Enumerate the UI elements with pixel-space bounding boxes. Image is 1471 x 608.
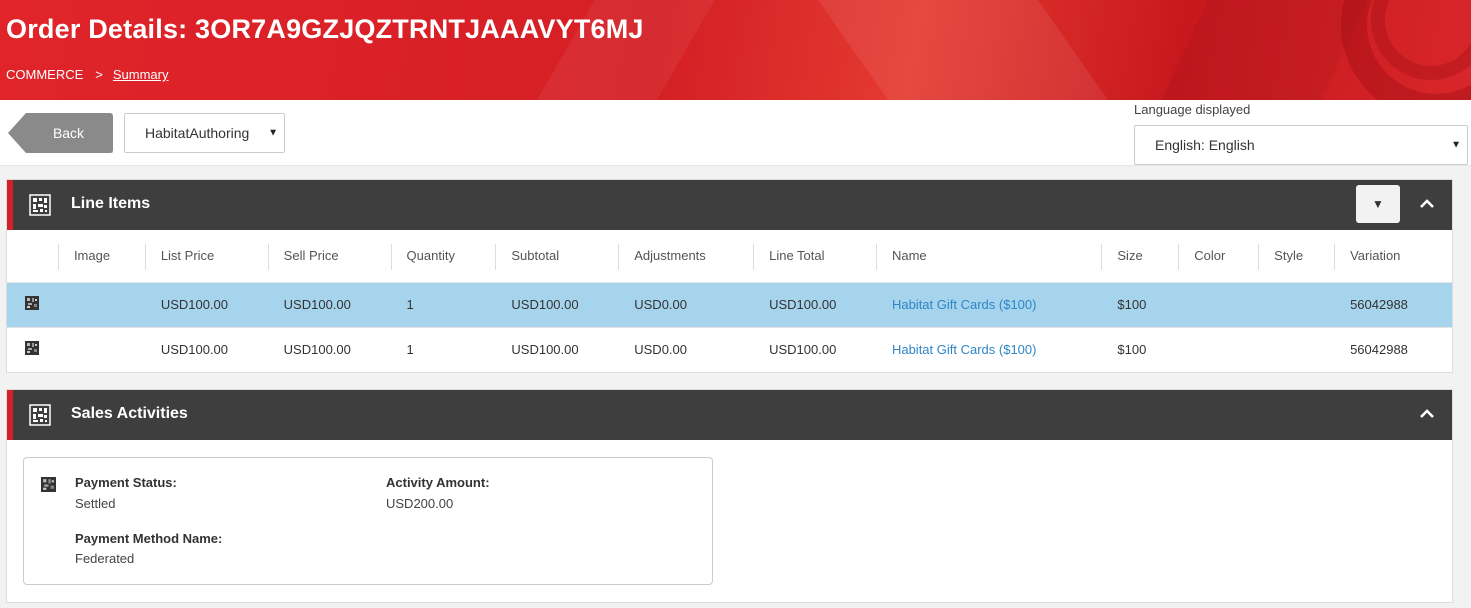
caret-down-icon: ▼ xyxy=(1372,197,1384,211)
adjustments-cell: USD0.00 xyxy=(618,326,754,372)
payment-status-value: Settled xyxy=(75,496,116,511)
payment-method-value: Federated xyxy=(75,551,135,566)
sell-price-cell: USD100.00 xyxy=(267,281,391,327)
variation-cell: 56042988 xyxy=(1334,281,1452,327)
caret-down-icon: ▼ xyxy=(1451,139,1461,151)
product-link[interactable]: Habitat Gift Cards ($100) xyxy=(892,297,1037,312)
subtotal-cell: USD100.00 xyxy=(495,326,619,372)
column-header-quantity[interactable]: Quantity xyxy=(390,230,496,282)
line-items-title: Line Items xyxy=(71,195,151,212)
language-select[interactable]: English: English ▼ xyxy=(1134,125,1468,165)
column-header-image[interactable]: Image xyxy=(57,230,145,282)
image-cell xyxy=(57,281,145,327)
breadcrumb-root[interactable]: COMMERCE xyxy=(6,67,83,82)
environment-select[interactable]: HabitatAuthoring ▼ xyxy=(124,113,285,153)
list-price-cell: USD100.00 xyxy=(144,326,268,372)
breadcrumb-separator-icon: > xyxy=(95,67,103,82)
size-cell: $100 xyxy=(1101,326,1179,372)
name-cell: Habitat Gift Cards ($100) xyxy=(875,326,1102,372)
adjustments-cell: USD0.00 xyxy=(618,281,754,327)
column-header-sell-price[interactable]: Sell Price xyxy=(267,230,391,282)
size-cell: $100 xyxy=(1101,281,1179,327)
sales-activities-title: Sales Activities xyxy=(71,405,188,422)
table-row[interactable]: USD100.00 USD100.00 1 USD100.00 USD0.00 … xyxy=(7,281,1452,327)
quantity-cell: 1 xyxy=(390,281,496,327)
column-header-size[interactable]: Size xyxy=(1101,230,1178,282)
style-cell xyxy=(1258,281,1335,327)
sales-activities-header: Sales Activities xyxy=(7,390,1452,440)
name-cell: Habitat Gift Cards ($100) xyxy=(875,281,1102,327)
line-total-cell: USD100.00 xyxy=(753,326,876,372)
toolbar: Back HabitatAuthoring ▼ Language display… xyxy=(0,100,1471,166)
column-header-list-price[interactable]: List Price xyxy=(144,230,268,282)
subtotal-cell: USD100.00 xyxy=(495,281,619,327)
language-select-value: English: English xyxy=(1155,137,1255,153)
variation-cell: 56042988 xyxy=(1334,326,1452,372)
language-label: Language displayed xyxy=(1134,102,1251,117)
color-cell xyxy=(1178,281,1259,327)
column-header-subtotal[interactable]: Subtotal xyxy=(495,230,618,282)
table-row[interactable]: USD100.00 USD100.00 1 USD100.00 USD0.00 … xyxy=(7,326,1452,372)
activity-amount-value: USD200.00 xyxy=(386,496,454,511)
quantity-cell: 1 xyxy=(390,326,496,372)
color-cell xyxy=(1178,326,1259,372)
line-items-header: Line Items ▼ xyxy=(7,180,1452,230)
breadcrumb: COMMERCE > Summary xyxy=(6,67,169,82)
grid-table-icon xyxy=(29,194,51,216)
column-header-select xyxy=(7,230,58,282)
table-header-row: Image List Price Sell Price Quantity Sub… xyxy=(7,230,1452,282)
activity-amount-label: Activity Amount: xyxy=(386,475,490,490)
sell-price-cell: USD100.00 xyxy=(267,326,391,372)
payment-status-label: Payment Status: xyxy=(75,475,177,490)
column-header-adjustments[interactable]: Adjustments xyxy=(618,230,753,282)
column-header-variation[interactable]: Variation xyxy=(1334,230,1452,282)
header-decoration xyxy=(789,0,1151,100)
page-header: Order Details: 3OR7A9GZJQZTRNTJAAAVYT6MJ… xyxy=(0,0,1471,100)
column-header-name[interactable]: Name xyxy=(875,230,1101,282)
line-items-table: Image List Price Sell Price Quantity Sub… xyxy=(7,230,1452,372)
product-link[interactable]: Habitat Gift Cards ($100) xyxy=(892,342,1037,357)
item-thumbnail-icon xyxy=(25,296,39,310)
row-icon-cell xyxy=(7,326,58,372)
caret-down-icon: ▼ xyxy=(268,127,278,139)
breadcrumb-current[interactable]: Summary xyxy=(113,67,169,82)
back-button[interactable]: Back xyxy=(8,113,113,153)
style-cell xyxy=(1258,326,1335,372)
chevron-up-icon[interactable] xyxy=(1416,194,1438,216)
filter-dropdown-button[interactable]: ▼ xyxy=(1356,185,1400,223)
list-price-cell: USD100.00 xyxy=(144,281,268,327)
item-thumbnail-icon xyxy=(25,341,39,356)
grid-table-icon xyxy=(29,404,51,426)
image-cell xyxy=(57,326,145,372)
activity-thumbnail-icon xyxy=(41,477,56,492)
payment-method-label: Payment Method Name: xyxy=(75,531,223,546)
line-total-cell: USD100.00 xyxy=(753,281,876,327)
column-header-line-total[interactable]: Line Total xyxy=(753,230,876,282)
environment-select-value: HabitatAuthoring xyxy=(145,125,250,141)
column-header-color[interactable]: Color xyxy=(1178,230,1258,282)
column-header-style[interactable]: Style xyxy=(1258,230,1334,282)
chevron-up-icon[interactable] xyxy=(1416,404,1438,426)
row-icon-cell xyxy=(7,281,58,327)
sales-activity-card[interactable]: Payment Status: Settled Activity Amount:… xyxy=(23,457,713,585)
page-title: Order Details: 3OR7A9GZJQZTRNTJAAAVYT6MJ xyxy=(6,14,644,44)
line-items-panel: Line Items ▼ Image List Price Sell Price… xyxy=(6,179,1453,373)
sales-activities-panel: Sales Activities Payment Status: Settled… xyxy=(6,389,1453,603)
